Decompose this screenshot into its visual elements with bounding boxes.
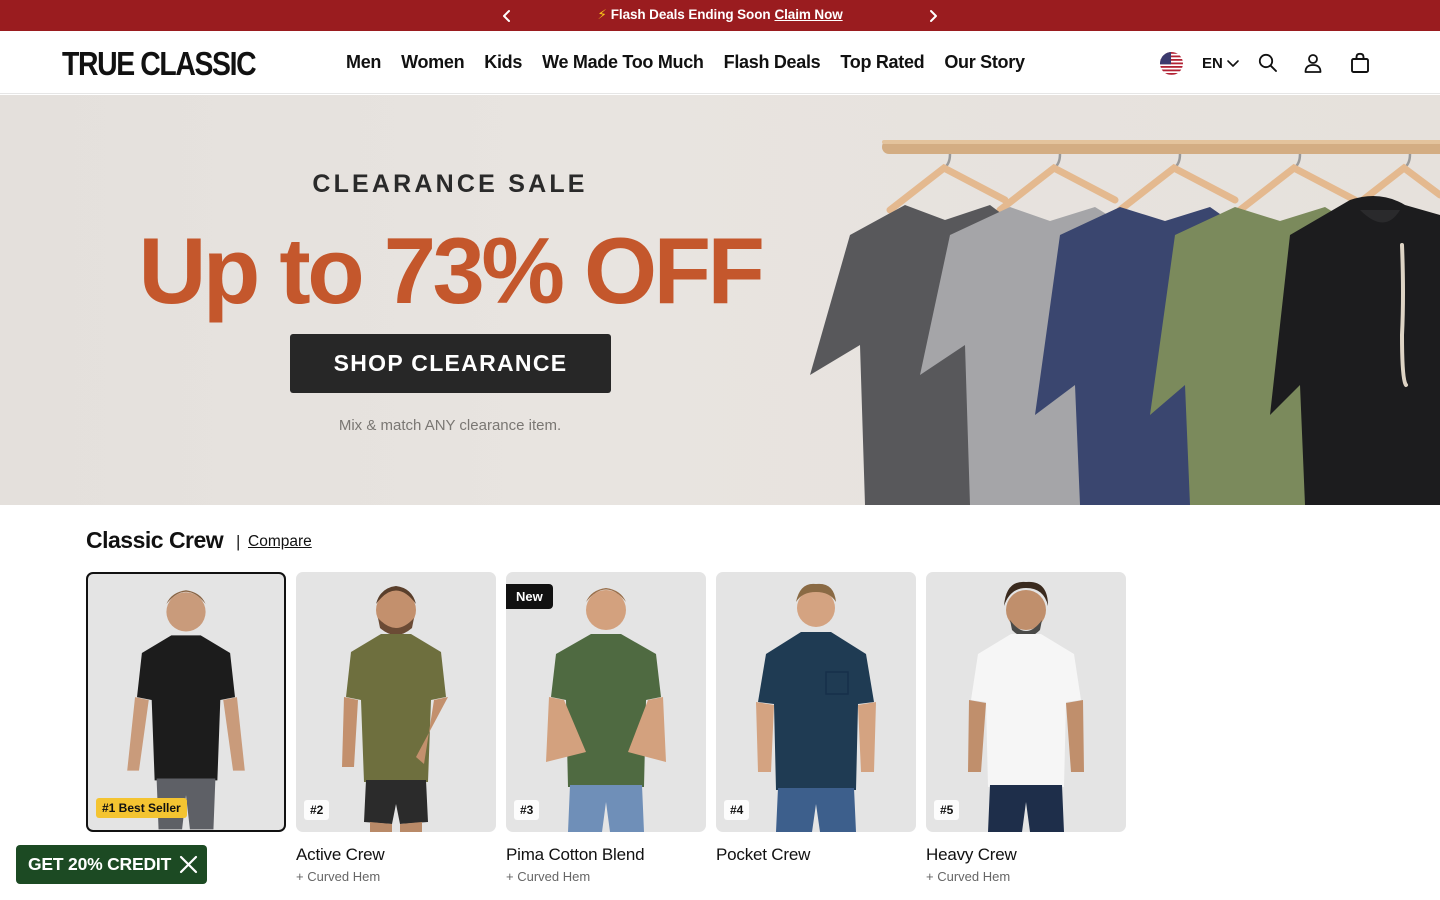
- credit-label: GET 20% CREDIT: [28, 854, 172, 874]
- shop-clearance-button[interactable]: SHOP CLEARANCE: [290, 334, 611, 393]
- title-divider: |: [236, 532, 241, 551]
- nav-our-story[interactable]: Our Story: [944, 52, 1025, 73]
- lightning-icon: ⚡: [597, 7, 607, 22]
- brand-logo[interactable]: TRUE CLASSIC: [62, 45, 257, 83]
- rank-badge: #5: [934, 800, 960, 820]
- model-green-tee-image: [546, 588, 666, 832]
- nav-top-rated[interactable]: Top Rated: [840, 52, 924, 73]
- product-card[interactable]: #2 Active Crew + Curved Hem: [296, 572, 496, 884]
- announcement-text: Flash Deals Ending Soon: [610, 7, 771, 22]
- claim-now-link[interactable]: Claim Now: [775, 7, 843, 22]
- header-tools: EN: [1160, 50, 1240, 76]
- product-image: #5: [926, 572, 1126, 832]
- model-white-tee-image: [968, 581, 1084, 832]
- product-name: Pima Cotton Blend: [506, 845, 645, 864]
- language-selector[interactable]: EN: [1202, 55, 1240, 72]
- product-name: Active Crew: [296, 845, 385, 864]
- announcement-message: ⚡ Flash Deals Ending Soon Claim Now: [0, 7, 1440, 23]
- model-black-tee-image: [127, 590, 245, 830]
- compare-link[interactable]: Compare: [248, 533, 312, 551]
- product-card[interactable]: #4 Pocket Crew: [716, 572, 916, 869]
- main-nav: Men Women Kids We Made Too Much Flash De…: [346, 52, 1025, 73]
- product-image: New #3: [506, 572, 706, 832]
- hero-subtext: Mix & match ANY clearance item.: [338, 417, 562, 434]
- product-card[interactable]: #1 Best Seller: [86, 572, 286, 845]
- collection-title: Classic Crew: [86, 527, 224, 553]
- product-image: #1 Best Seller: [86, 572, 286, 832]
- chevron-right-icon[interactable]: [923, 6, 943, 26]
- model-olive-tee-image: [342, 586, 448, 832]
- chevron-down-icon: [1227, 60, 1239, 67]
- product-card[interactable]: New #3 Pima Cotton Blend + Curved Hem: [506, 572, 706, 884]
- get-credit-button[interactable]: GET 20% CREDIT: [16, 845, 207, 884]
- nav-kids[interactable]: Kids: [484, 52, 522, 73]
- product-name: Heavy Crew: [926, 845, 1017, 864]
- product-subtitle: + Curved Hem: [506, 869, 591, 884]
- language-label: EN: [1202, 54, 1223, 72]
- close-icon[interactable]: [179, 855, 198, 874]
- nav-men[interactable]: Men: [346, 52, 381, 73]
- rank-badge: #4: [724, 800, 750, 820]
- account-icon[interactable]: [1301, 51, 1325, 75]
- nav-women[interactable]: Women: [401, 52, 464, 73]
- new-badge: New: [506, 584, 553, 609]
- cart-icon[interactable]: [1348, 51, 1372, 75]
- site-header: TRUE CLASSIC Men Women Kids We Made Too …: [0, 31, 1440, 94]
- hanging-shirts-image: [810, 140, 1440, 505]
- us-flag-icon[interactable]: [1160, 51, 1183, 75]
- product-image: #2: [296, 572, 496, 832]
- announcement-bar: ⚡ Flash Deals Ending Soon Claim Now: [0, 0, 1440, 31]
- product-name: Pocket Crew: [716, 845, 811, 864]
- model-navy-pocket-tee-image: [756, 583, 876, 832]
- product-subtitle: + Curved Hem: [296, 869, 381, 884]
- rank-badge: #1 Best Seller: [96, 798, 187, 818]
- nav-flash-deals[interactable]: Flash Deals: [724, 52, 821, 73]
- rank-badge: #3: [514, 800, 540, 820]
- search-icon[interactable]: [1256, 51, 1280, 75]
- hero-headline: Up to 73% OFF: [138, 218, 765, 323]
- nav-we-made-too-much[interactable]: We Made Too Much: [542, 52, 704, 73]
- hero-eyebrow: CLEARANCE SALE: [312, 170, 588, 198]
- product-image: #4: [716, 572, 916, 832]
- hero-banner[interactable]: CLEARANCE SALE Up to 73% OFF SHOP CLEARA…: [0, 95, 1440, 505]
- product-subtitle: + Curved Hem: [926, 869, 1011, 884]
- product-card[interactable]: #5 Heavy Crew + Curved Hem: [926, 572, 1126, 884]
- rank-badge: #2: [304, 800, 330, 820]
